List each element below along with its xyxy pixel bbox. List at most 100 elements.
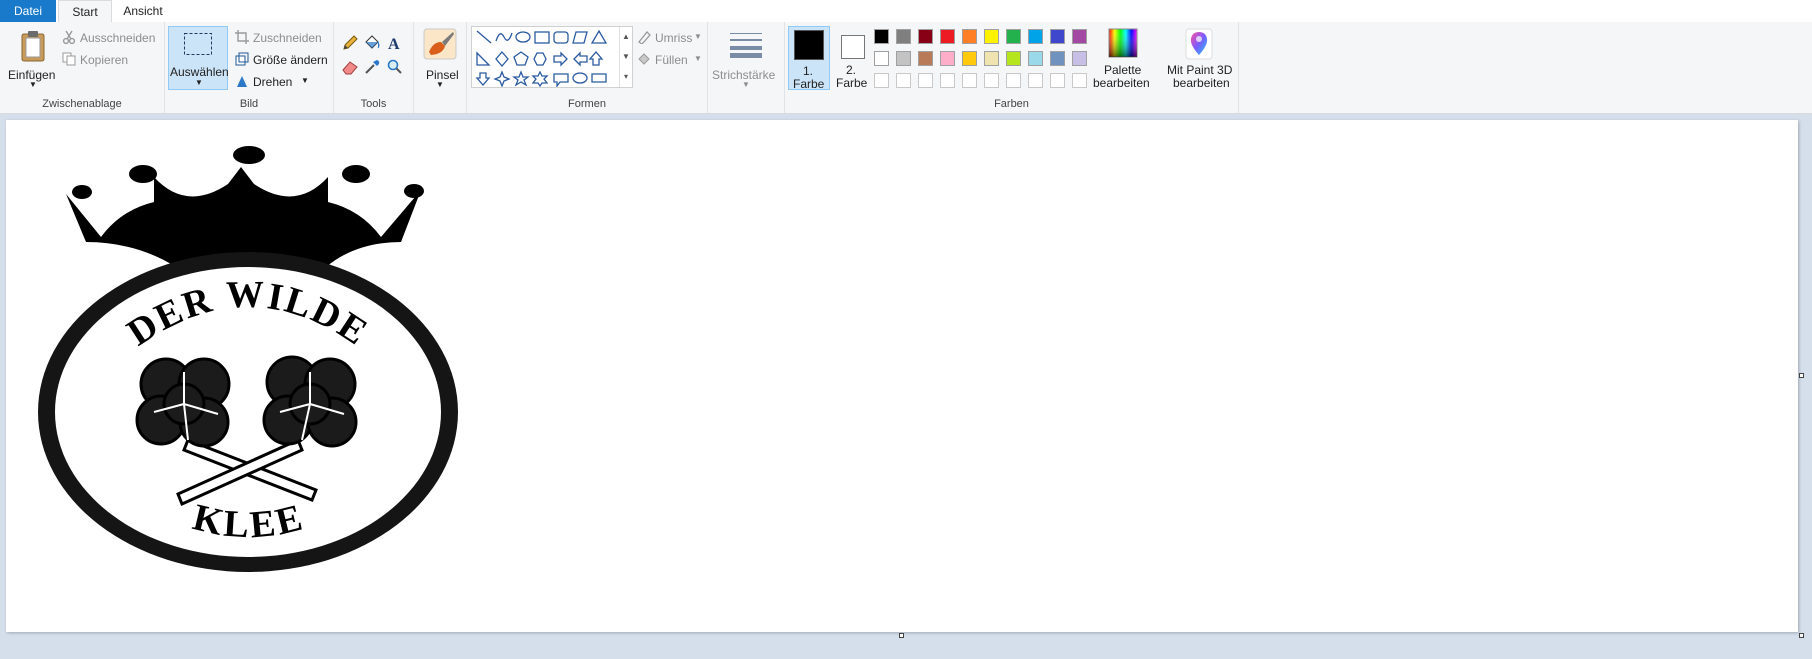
palette-swatch[interactable]: [872, 27, 891, 46]
palette-swatch-empty[interactable]: [1070, 71, 1089, 90]
color-picker-icon[interactable]: [363, 58, 381, 76]
chevron-down-icon: ▼: [301, 76, 309, 85]
resize-button[interactable]: Größe ändern: [235, 51, 331, 69]
tab-view[interactable]: Ansicht: [112, 0, 174, 22]
rotate-button[interactable]: Drehen ▼: [235, 73, 331, 91]
selection-icon: [184, 33, 212, 55]
tab-file[interactable]: Datei: [0, 0, 56, 22]
palette-swatch-empty[interactable]: [938, 71, 957, 90]
cut-button[interactable]: Ausschneiden: [62, 29, 162, 47]
stroke-width-button[interactable]: Strichstärke ▼: [712, 26, 780, 90]
scissors-icon: [62, 30, 76, 44]
crop-icon: [235, 30, 249, 44]
swatch-color: [1006, 51, 1021, 66]
resize-handle-right[interactable]: [1799, 373, 1804, 378]
brush-button[interactable]: Pinsel ▼: [418, 26, 462, 90]
edit-palette-button[interactable]: Palette bearbeiten: [1091, 26, 1155, 90]
canvas-area[interactable]: DER WILDE KLEE: [0, 114, 1812, 659]
swatch-color: [874, 51, 889, 66]
paint3d-button[interactable]: Mit Paint 3D bearbeiten: [1162, 26, 1236, 90]
edit-palette-label-b: bearbeiten: [1093, 76, 1150, 90]
palette-swatch[interactable]: [938, 49, 957, 68]
clipboard-icon: [21, 31, 45, 62]
palette-swatch[interactable]: [894, 49, 913, 68]
palette-swatch[interactable]: [1070, 49, 1089, 68]
color1-swatch: [794, 30, 824, 60]
color2-button[interactable]: 2. Farbe: [832, 26, 872, 90]
resize-handle-corner[interactable]: [1799, 633, 1804, 638]
fill-icon: [638, 53, 650, 65]
color1-button[interactable]: 1. Farbe: [788, 26, 830, 91]
shapes-group: ▲ ▼ ▾ Umriss ▼ Füllen ▼ Formen: [467, 22, 708, 113]
palette-swatch-empty[interactable]: [1004, 71, 1023, 90]
rotate-icon: [237, 76, 247, 87]
swatch-color: [984, 29, 999, 44]
swatch-color: [1050, 29, 1065, 44]
palette-swatch[interactable]: [872, 49, 891, 68]
palette-swatch[interactable]: [960, 49, 979, 68]
swatch-color: [1050, 73, 1065, 88]
paste-button[interactable]: Einfügen ▼: [4, 26, 60, 90]
clipboard-group: Einfügen ▼ Ausschneiden Kopieren Zwische…: [0, 22, 165, 113]
swatch-color: [984, 73, 999, 88]
outline-icon: [638, 31, 651, 44]
palette-swatch-empty[interactable]: [894, 71, 913, 90]
swatch-color: [940, 29, 955, 44]
palette-swatch[interactable]: [982, 27, 1001, 46]
svg-text:A: A: [388, 36, 400, 52]
swatch-color: [984, 51, 999, 66]
palette-swatch-empty[interactable]: [872, 71, 891, 90]
outline-label: Umriss: [655, 31, 693, 45]
palette-swatch[interactable]: [1026, 49, 1045, 68]
palette-swatch[interactable]: [982, 49, 1001, 68]
swatch-color: [918, 51, 933, 66]
palette-swatch[interactable]: [960, 27, 979, 46]
palette-swatch[interactable]: [1004, 49, 1023, 68]
resize-handle-bottom[interactable]: [899, 633, 904, 638]
tools-group: A Tools: [334, 22, 414, 113]
palette-swatch[interactable]: [938, 27, 957, 46]
palette-swatch[interactable]: [916, 49, 935, 68]
palette-swatch[interactable]: [894, 27, 913, 46]
drawing-canvas[interactable]: DER WILDE KLEE: [6, 120, 1804, 638]
palette-swatch[interactable]: [1070, 27, 1089, 46]
palette-swatch-empty[interactable]: [916, 71, 935, 90]
chevron-down-icon: ▼: [694, 32, 702, 41]
crop-button[interactable]: Zuschneiden: [235, 29, 331, 47]
palette-swatch[interactable]: [1026, 27, 1045, 46]
select-button[interactable]: Auswählen ▼: [168, 26, 229, 90]
swatch-color: [962, 73, 977, 88]
copy-button[interactable]: Kopieren: [62, 51, 162, 69]
fill-bucket-icon[interactable]: [363, 34, 381, 52]
text-icon[interactable]: A: [386, 34, 404, 52]
palette-swatch[interactable]: [1004, 27, 1023, 46]
pencil-icon[interactable]: [341, 34, 359, 52]
palette-swatch[interactable]: [1048, 27, 1067, 46]
palette-swatch[interactable]: [1048, 49, 1067, 68]
eraser-icon[interactable]: [341, 58, 359, 76]
outline-button[interactable]: Umriss ▼: [637, 29, 703, 47]
palette-swatch-empty[interactable]: [960, 71, 979, 90]
tab-start[interactable]: Start: [58, 0, 112, 24]
select-label: Auswählen: [170, 65, 229, 79]
fill-button[interactable]: Füllen ▼: [637, 51, 703, 69]
swatch-color: [1072, 29, 1087, 44]
image-group: Auswählen ▼ Zuschneiden Größe ändern Dre…: [165, 22, 334, 113]
palette-swatch-empty[interactable]: [1026, 71, 1045, 90]
chevron-down-icon: ▼: [195, 78, 203, 87]
magnifier-icon[interactable]: [386, 58, 404, 76]
palette-swatch-empty[interactable]: [982, 71, 1001, 90]
ribbon-tab-bar: Datei Start Ansicht: [0, 0, 1812, 24]
paint3d-label-a: Mit Paint 3D: [1167, 63, 1233, 77]
swatch-color: [1072, 73, 1087, 88]
swatch-color: [940, 51, 955, 66]
palette-swatch[interactable]: [916, 27, 935, 46]
swatch-color: [962, 51, 977, 66]
swatch-color: [1028, 29, 1043, 44]
copy-icon: [62, 52, 76, 66]
chevron-down-icon: ▼: [436, 80, 444, 89]
resize-icon: [235, 52, 249, 66]
palette-swatch-empty[interactable]: [1048, 71, 1067, 90]
gallery-scroll[interactable]: ▲ ▼ ▾: [619, 27, 632, 87]
shapes-gallery[interactable]: ▲ ▼ ▾: [471, 26, 633, 88]
